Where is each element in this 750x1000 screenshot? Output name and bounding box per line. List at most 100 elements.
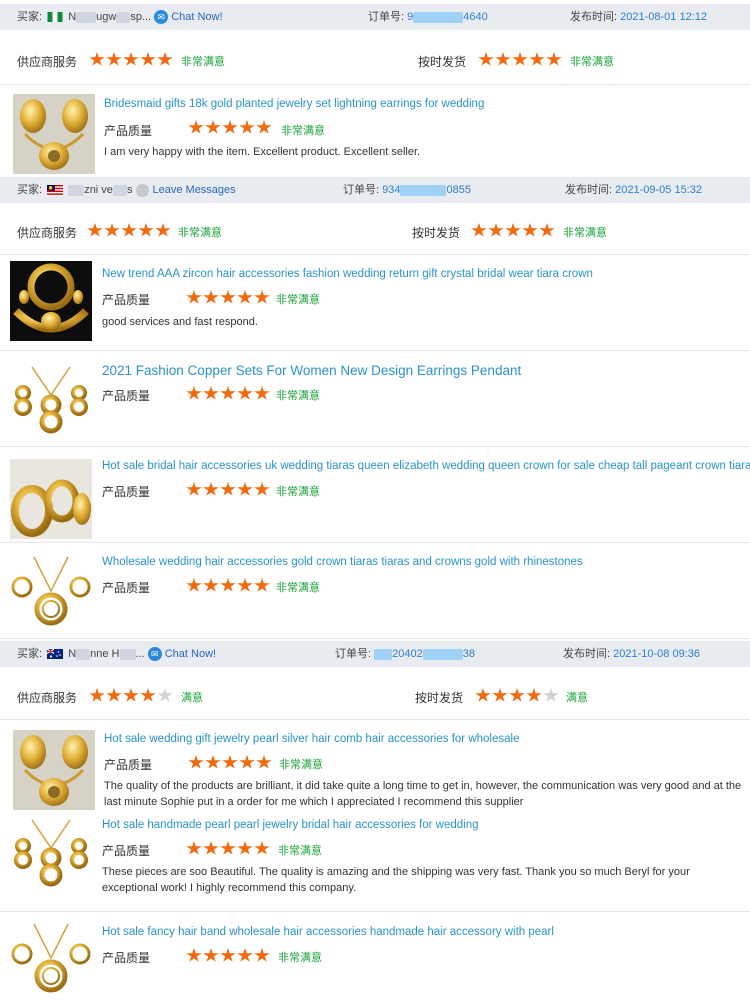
product-title-link[interactable]: Hot sale bridal hair accessories uk wedd… <box>102 460 750 472</box>
star-filled-icon <box>203 948 219 962</box>
chat-now-link[interactable]: ✉ Chat Now! <box>147 647 216 662</box>
chat-icon: ✉ <box>147 647 162 662</box>
supplier-service-label: 供应商服务 <box>17 226 78 240</box>
buyer-label: 买家: <box>17 11 43 23</box>
published-label: 发布时间: <box>565 184 613 196</box>
product-quality-stars <box>188 120 273 136</box>
product-review: 2021 Fashion Copper Sets For Women New D… <box>0 351 750 447</box>
star-filled-icon <box>138 223 154 237</box>
star-filled-icon <box>140 52 156 66</box>
star-filled-icon <box>529 52 545 66</box>
product-title-link[interactable]: Bridesmaid gifts 18k gold planted jewelr… <box>104 98 484 110</box>
product-quality-rating-text: 非常满意 <box>278 952 322 964</box>
product-thumbnail[interactable] <box>10 918 92 998</box>
star-filled-icon <box>186 386 202 400</box>
published-label: 发布时间: <box>570 11 618 23</box>
order-label: 订单号: <box>368 11 405 23</box>
chat-now-link[interactable]: ✉ Chat Now! <box>154 10 223 25</box>
star-filled-icon <box>505 223 521 237</box>
star-filled-icon <box>254 386 270 400</box>
order-number: 934 0855 <box>382 184 471 196</box>
chat-icon: ✉ <box>154 10 169 25</box>
service-ratings: 供应商服务 非常满意 按时发货 非常满意 <box>0 36 750 85</box>
review-header: 买家: Nugw sp... ✉ Chat Now! 订单号: 9 4640 发布时间… <box>0 4 750 30</box>
malaysia-flag-icon <box>47 185 64 196</box>
review-header: 买家: zni ve s Leave Messages 订单号: 934 0855 … <box>0 177 750 203</box>
star-filled-icon <box>254 482 270 496</box>
star-empty-icon <box>157 688 173 702</box>
product-quality-label: 产品质量 <box>102 951 151 965</box>
star-filled-icon <box>121 223 137 237</box>
star-filled-icon <box>546 52 562 66</box>
product-review: Wholesale wedding hair accessories gold … <box>0 543 750 639</box>
product-thumbnail[interactable] <box>10 261 92 341</box>
order-label: 订单号: <box>343 184 380 196</box>
product-thumbnail[interactable] <box>13 94 95 174</box>
star-filled-icon <box>89 52 105 66</box>
supplier-service-rating-text: 非常满意 <box>178 227 222 239</box>
order-number: 20402 38 <box>374 648 475 660</box>
product-thumbnail[interactable] <box>10 812 92 892</box>
star-filled-icon <box>186 578 202 592</box>
review-comment: These pieces are soo Beautiful. The qual… <box>102 866 690 894</box>
product-title-link[interactable]: New trend AAA zircon hair accessories fa… <box>102 268 593 280</box>
star-filled-icon <box>155 223 171 237</box>
product-review: New trend AAA zircon hair accessories fa… <box>0 255 750 351</box>
star-filled-icon <box>203 841 219 855</box>
product-quality-label: 产品质量 <box>104 758 153 772</box>
star-filled-icon <box>157 52 173 66</box>
service-ratings: 供应商服务 满意 按时发货 满意 <box>0 671 750 720</box>
review-comment: The quality of the products are brillian… <box>104 780 742 808</box>
buyer-name[interactable]: zni ve s <box>68 184 132 196</box>
star-filled-icon <box>220 841 236 855</box>
star-filled-icon <box>188 120 204 134</box>
order-number: 9 4640 <box>407 11 488 23</box>
product-thumbnail[interactable] <box>13 730 95 810</box>
review-header: 买家: Nnne H... ✉ Chat Now! 订单号: 20402 38 发布… <box>0 641 750 667</box>
star-filled-icon <box>186 948 202 962</box>
star-filled-icon <box>123 52 139 66</box>
star-filled-icon <box>478 52 494 66</box>
product-thumbnail[interactable] <box>10 459 92 539</box>
star-filled-icon <box>222 755 238 769</box>
product-title-link[interactable]: 2021 Fashion Copper Sets For Women New D… <box>102 363 521 378</box>
product-thumbnail[interactable] <box>10 359 92 439</box>
star-filled-icon <box>220 482 236 496</box>
product-quality-rating-text: 非常满意 <box>276 390 320 402</box>
star-filled-icon <box>203 386 219 400</box>
star-filled-icon <box>186 290 202 304</box>
product-quality-label: 产品质量 <box>102 485 151 499</box>
product-title-link[interactable]: Hot sale handmade pearl pearl jewelry br… <box>102 819 479 831</box>
product-title-link[interactable]: Hot sale wedding gift jewelry pearl silv… <box>104 733 519 745</box>
product-review: Hot sale handmade pearl pearl jewelry br… <box>0 808 750 912</box>
message-icon <box>135 183 149 197</box>
star-filled-icon <box>104 223 120 237</box>
on-time-shipping-label: 按时发货 <box>418 55 467 69</box>
product-quality-label: 产品质量 <box>102 844 151 858</box>
product-title-link[interactable]: Hot sale fancy hair band wholesale hair … <box>102 926 554 938</box>
star-filled-icon <box>237 578 253 592</box>
on-time-shipping-stars <box>475 688 560 704</box>
star-filled-icon <box>237 948 253 962</box>
product-quality-stars <box>186 290 271 306</box>
star-filled-icon <box>237 290 253 304</box>
on-time-shipping-rating-text: 满意 <box>566 692 588 704</box>
published-date: 2021-10-08 09:36 <box>613 648 700 660</box>
buyer-label: 买家: <box>17 648 43 660</box>
leave-messages-link[interactable]: Leave Messages <box>135 183 236 197</box>
on-time-shipping-label: 按时发货 <box>415 691 464 705</box>
star-filled-icon <box>205 120 221 134</box>
product-review: Bridesmaid gifts 18k gold planted jewelr… <box>0 85 750 178</box>
product-title-link[interactable]: Wholesale wedding hair accessories gold … <box>102 556 583 568</box>
star-filled-icon <box>254 841 270 855</box>
product-review: Hot sale wedding gift jewelry pearl silv… <box>0 720 750 810</box>
star-filled-icon <box>203 482 219 496</box>
star-filled-icon <box>205 755 221 769</box>
buyer-name[interactable]: Nnne H... <box>68 648 144 660</box>
star-filled-icon <box>203 578 219 592</box>
supplier-service-label: 供应商服务 <box>17 55 78 69</box>
australia-flag-icon <box>47 649 64 660</box>
buyer-name[interactable]: Nugw sp... <box>68 11 151 23</box>
product-quality-rating-text: 非常满意 <box>276 582 320 594</box>
product-thumbnail[interactable] <box>10 551 92 631</box>
